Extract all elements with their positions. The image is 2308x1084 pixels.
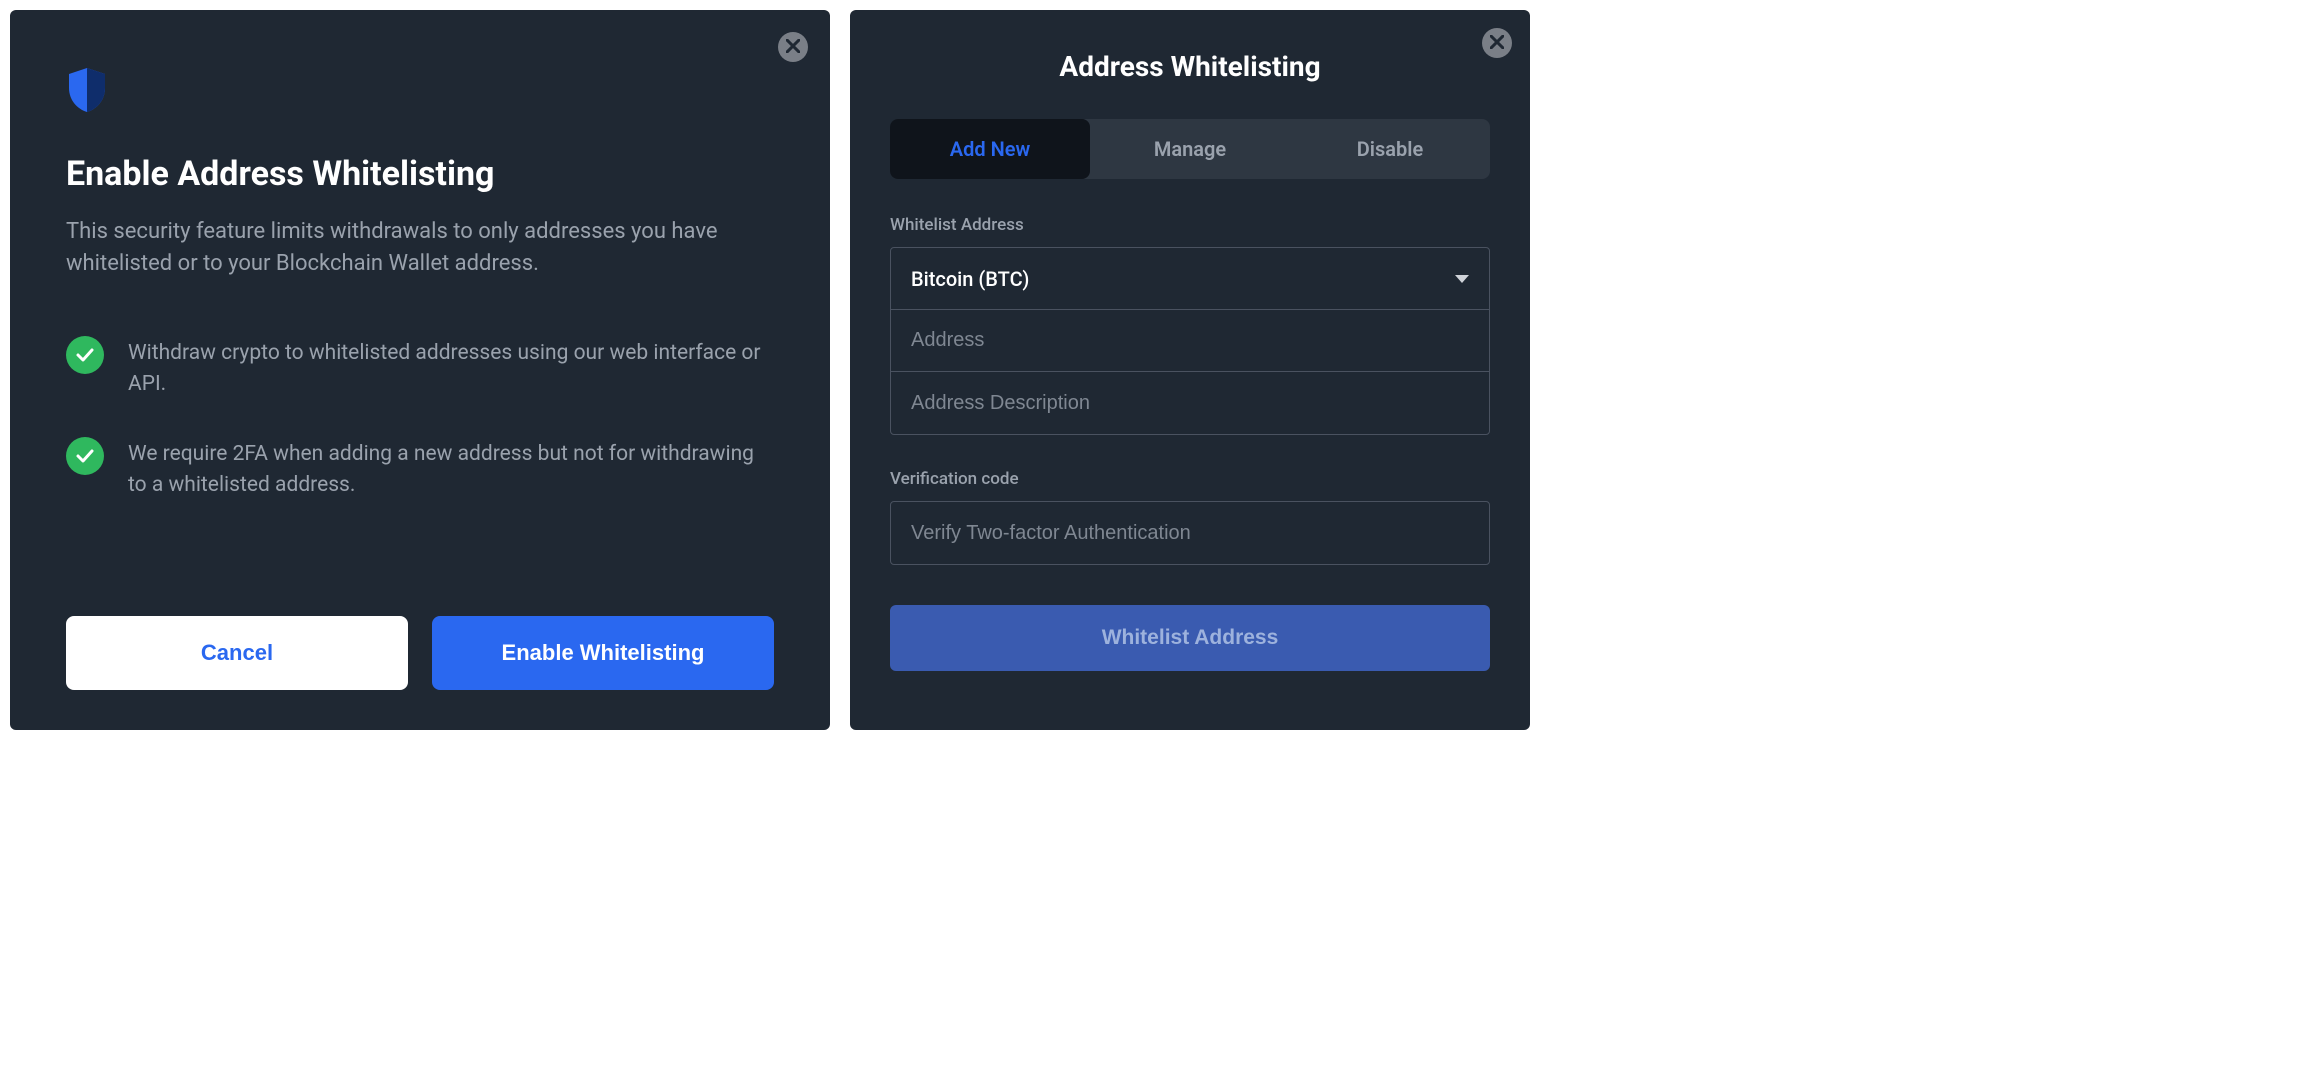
whitelist-address-label: Whitelist Address (890, 215, 1490, 235)
enable-whitelisting-modal: Enable Address Whitelisting This securit… (10, 10, 830, 730)
feature-text: We require 2FA when adding a new address… (128, 437, 774, 502)
close-button[interactable] (778, 32, 808, 62)
address-input[interactable] (891, 310, 1489, 372)
enable-whitelisting-button[interactable]: Enable Whitelisting (432, 616, 774, 690)
feature-item: Withdraw crypto to whitelisted addresses… (66, 336, 774, 401)
button-row: Cancel Enable Whitelisting (66, 576, 774, 690)
chevron-down-icon (1455, 275, 1469, 283)
panel-title: Address Whitelisting (890, 50, 1490, 83)
modal-description: This security feature limits withdrawals… (66, 216, 774, 280)
address-whitelisting-panel: Address Whitelisting Add New Manage Disa… (850, 10, 1530, 730)
tab-add-new[interactable]: Add New (890, 119, 1090, 179)
two-factor-input[interactable] (891, 502, 1489, 564)
asset-select[interactable]: Bitcoin (BTC) (891, 248, 1489, 310)
tab-disable[interactable]: Disable (1290, 119, 1490, 179)
close-button[interactable] (1482, 28, 1512, 58)
modal-title: Enable Address Whitelisting (66, 154, 774, 194)
whitelist-field-group: Bitcoin (BTC) (890, 247, 1490, 435)
tab-bar: Add New Manage Disable (890, 119, 1490, 179)
shield-icon (66, 66, 108, 114)
verification-code-label: Verification code (890, 469, 1490, 489)
cancel-button[interactable]: Cancel (66, 616, 408, 690)
check-icon (66, 336, 104, 374)
close-icon (786, 37, 800, 58)
close-icon (1490, 35, 1504, 52)
verification-field-group (890, 501, 1490, 565)
check-icon (66, 437, 104, 475)
whitelist-address-button[interactable]: Whitelist Address (890, 605, 1490, 671)
feature-item: We require 2FA when adding a new address… (66, 437, 774, 502)
asset-select-value: Bitcoin (BTC) (911, 267, 1029, 291)
tab-manage[interactable]: Manage (1090, 119, 1290, 179)
address-description-input[interactable] (891, 372, 1489, 434)
feature-text: Withdraw crypto to whitelisted addresses… (128, 336, 774, 401)
